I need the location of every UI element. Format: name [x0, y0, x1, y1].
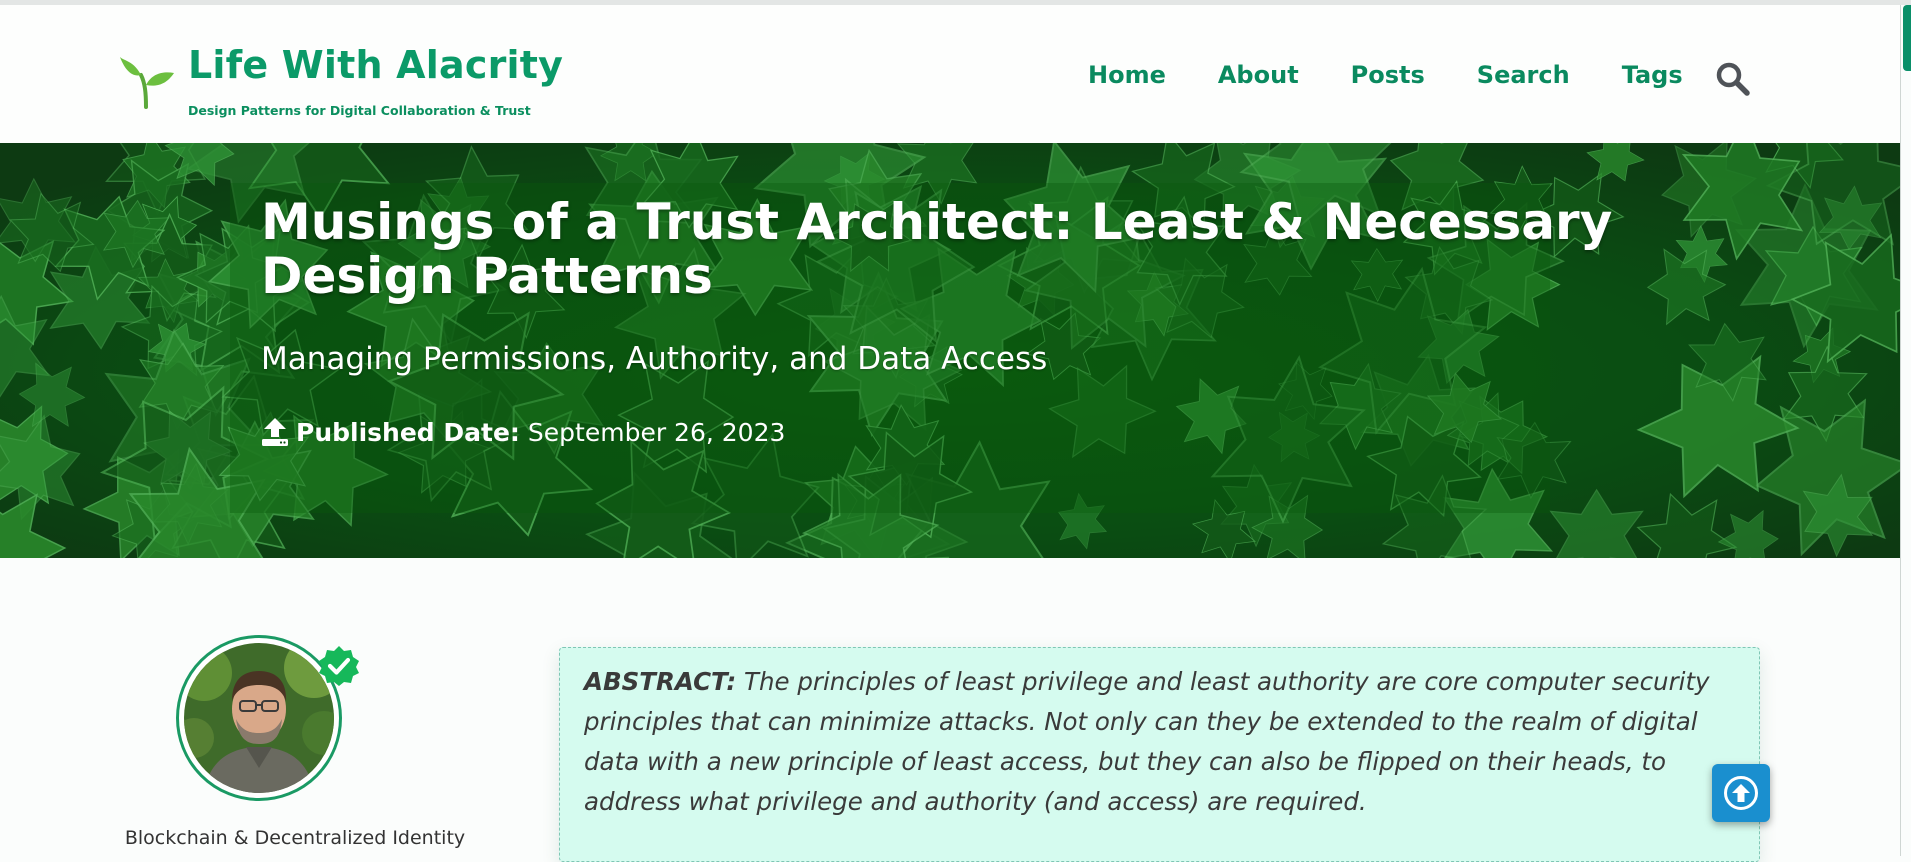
nav-about[interactable]: About: [1218, 57, 1299, 93]
author-topic: Blockchain & Decentralized Identity: [124, 827, 466, 849]
site-header: Life With Alacrity Design Patterns for D…: [0, 5, 1900, 143]
site-title: Life With Alacrity: [188, 43, 564, 87]
magnifier-icon[interactable]: [1715, 61, 1751, 97]
back-to-top-button[interactable]: [1712, 764, 1770, 822]
arrow-up-circle-icon: [1724, 776, 1758, 810]
sprout-logo-icon: [120, 57, 174, 109]
published-date-value: September 26, 2023: [527, 417, 786, 447]
post-subtitle: Managing Permissions, Authority, and Dat…: [261, 341, 1048, 377]
verified-check-icon: [319, 646, 359, 686]
published-date-label: Published Date:: [296, 417, 520, 447]
abstract-label: ABSTRACT:: [584, 667, 737, 696]
site-tagline: Design Patterns for Digital Collaboratio…: [188, 103, 531, 118]
published-date-line: Published Date: September 26, 2023: [261, 417, 1721, 447]
author-photo: [184, 643, 334, 793]
nav-home[interactable]: Home: [1088, 57, 1166, 93]
nav-search[interactable]: Search: [1477, 57, 1570, 93]
hero-content: Musings of a Trust Architect: Least & Ne…: [261, 195, 1721, 447]
scrollbar-thumb[interactable]: [1903, 5, 1911, 71]
main-nav: Home About Posts Search Tags: [1088, 57, 1735, 93]
abstract-box: ABSTRACT: The principles of least privil…: [559, 647, 1760, 862]
upload-icon: [262, 418, 288, 446]
post-hero: Musings of a Trust Architect: Least & Ne…: [0, 143, 1900, 558]
viewport-edge: [1900, 5, 1901, 856]
abstract-text: The principles of least privilege and le…: [584, 667, 1710, 816]
nav-posts[interactable]: Posts: [1351, 57, 1425, 93]
post-title: Musings of a Trust Architect: Least & Ne…: [261, 193, 1613, 305]
abstract-paragraph: ABSTRACT: The principles of least privil…: [584, 662, 1735, 822]
nav-tags[interactable]: Tags: [1622, 57, 1683, 93]
